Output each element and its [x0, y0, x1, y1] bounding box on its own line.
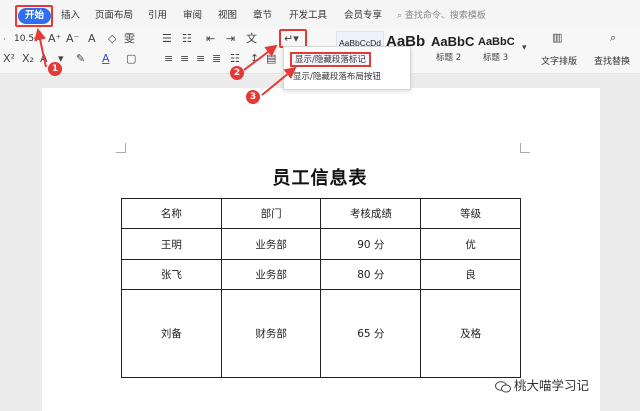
watermark: 桃大喵学习记 [495, 375, 589, 394]
arrow-1 [34, 28, 47, 68]
callout-marker-1: 1 [48, 62, 62, 76]
arrow-2 [243, 44, 278, 71]
callout-marker-3: 3 [246, 90, 260, 104]
callout-marker-2: 2 [230, 66, 244, 80]
wechat-logo-icon [495, 380, 511, 392]
watermark-text: 桃大喵学习记 [514, 378, 590, 393]
arrow-3 [261, 66, 297, 96]
tutorial-arrows [34, 28, 297, 96]
